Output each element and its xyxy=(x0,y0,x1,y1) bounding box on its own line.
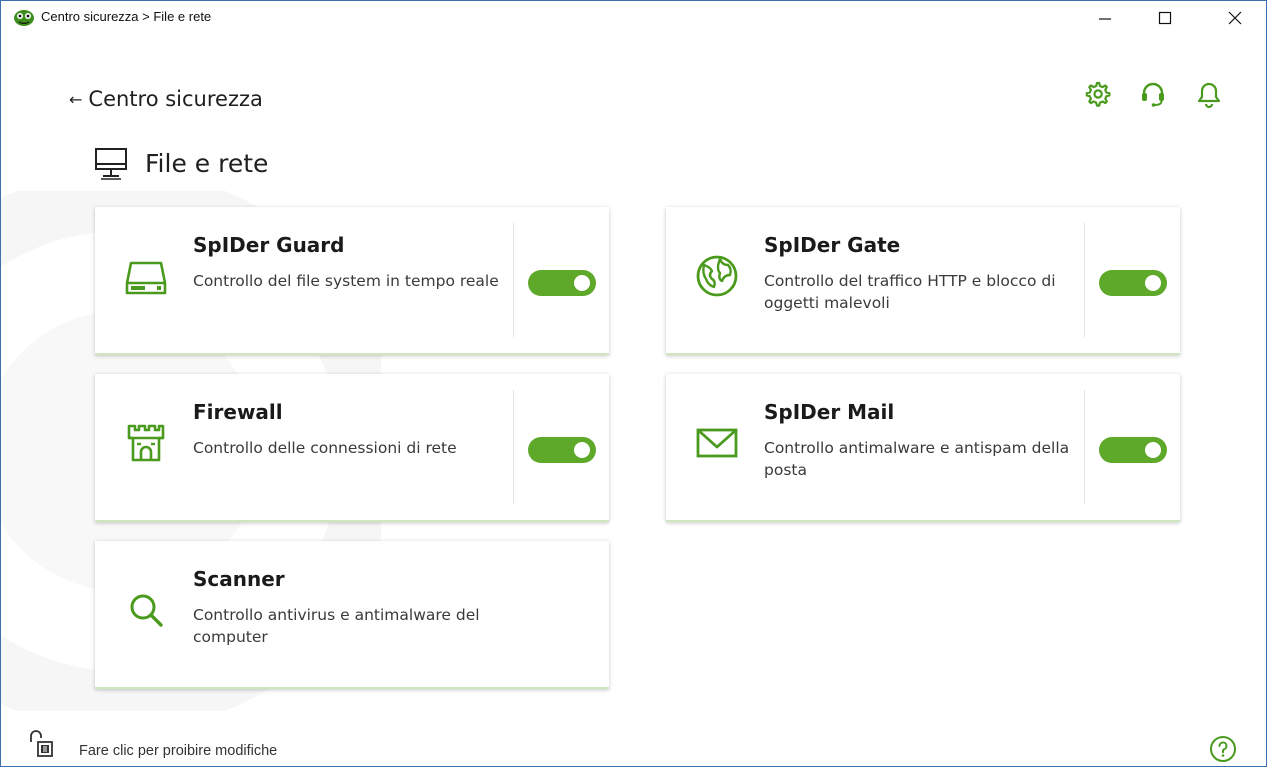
component-card-scanner[interactable]: Scanner Controllo antivirus e antimalwar… xyxy=(95,541,609,689)
back-link[interactable]: ← Centro sicurezza xyxy=(69,87,263,111)
component-title: SpIDer Guard xyxy=(193,233,345,257)
settings-icon[interactable] xyxy=(1082,79,1112,109)
toggle-knob xyxy=(574,275,590,291)
component-description: Controllo del traffico HTTP e blocco di … xyxy=(764,272,1056,312)
component-description: Controllo del file system in tempo reale xyxy=(193,272,499,290)
card-divider xyxy=(1084,390,1085,504)
toggle-knob xyxy=(1145,275,1161,291)
component-card-firewall[interactable]: Firewall Controllo delle connessioni di … xyxy=(95,374,609,522)
component-description: Controllo antivirus e antimalware del co… xyxy=(193,606,480,646)
maximize-icon xyxy=(1158,11,1172,25)
component-card-spider-gate[interactable]: SpIDer Gate Controllo del traffico HTTP … xyxy=(666,207,1180,355)
window-title: Centro sicurezza > File e rete xyxy=(41,9,212,24)
minimize-icon xyxy=(1099,18,1111,20)
card-divider xyxy=(513,223,514,337)
component-card-spider-mail[interactable]: SpIDer Mail Controllo antimalware e anti… xyxy=(666,374,1180,522)
page-title: File e rete xyxy=(93,145,268,181)
component-title: SpIDer Gate xyxy=(764,233,901,257)
notifications-icon[interactable] xyxy=(1194,79,1224,109)
unlocked-padlock-icon[interactable] xyxy=(29,728,65,758)
help-icon[interactable] xyxy=(1209,735,1237,763)
minimize-button[interactable] xyxy=(1082,1,1128,35)
firewall-toggle[interactable] xyxy=(528,437,596,463)
card-divider xyxy=(1084,223,1085,337)
spider-mail-toggle[interactable] xyxy=(1099,437,1167,463)
support-icon[interactable] xyxy=(1138,79,1168,109)
maximize-button[interactable] xyxy=(1142,1,1188,35)
app-logo-icon xyxy=(14,10,34,26)
component-description: Controllo antimalware e antispam della p… xyxy=(764,439,1070,479)
app-window: Centro sicurezza > File e rete ← Centro … xyxy=(0,0,1267,767)
mail-icon xyxy=(696,428,738,458)
component-description: Controllo delle connessioni di rete xyxy=(193,439,457,457)
spider-guard-toggle[interactable] xyxy=(528,270,596,296)
toggle-knob xyxy=(1145,442,1161,458)
header-toolbar xyxy=(1082,79,1224,109)
castle-icon xyxy=(127,424,165,462)
arrow-left-icon: ← xyxy=(69,89,83,109)
toggle-knob xyxy=(574,442,590,458)
component-card-spider-guard[interactable]: SpIDer Guard Controllo del file system i… xyxy=(95,207,609,355)
component-title: Scanner xyxy=(193,567,285,591)
close-button[interactable] xyxy=(1212,1,1258,35)
search-icon xyxy=(130,594,163,627)
monitor-icon xyxy=(95,148,127,180)
hard-drive-icon xyxy=(125,261,167,295)
globe-icon xyxy=(696,255,738,297)
close-icon xyxy=(1228,11,1242,25)
title-bar: Centro sicurezza > File e rete xyxy=(1,1,1266,35)
page-title-text: File e rete xyxy=(145,148,269,178)
lock-settings-link[interactable]: Fare clic per proibire modifiche xyxy=(79,743,277,759)
spider-gate-toggle[interactable] xyxy=(1099,270,1167,296)
component-title: Firewall xyxy=(193,400,283,424)
back-link-label: Centro sicurezza xyxy=(88,87,263,111)
card-divider xyxy=(513,390,514,504)
component-title: SpIDer Mail xyxy=(764,400,895,424)
